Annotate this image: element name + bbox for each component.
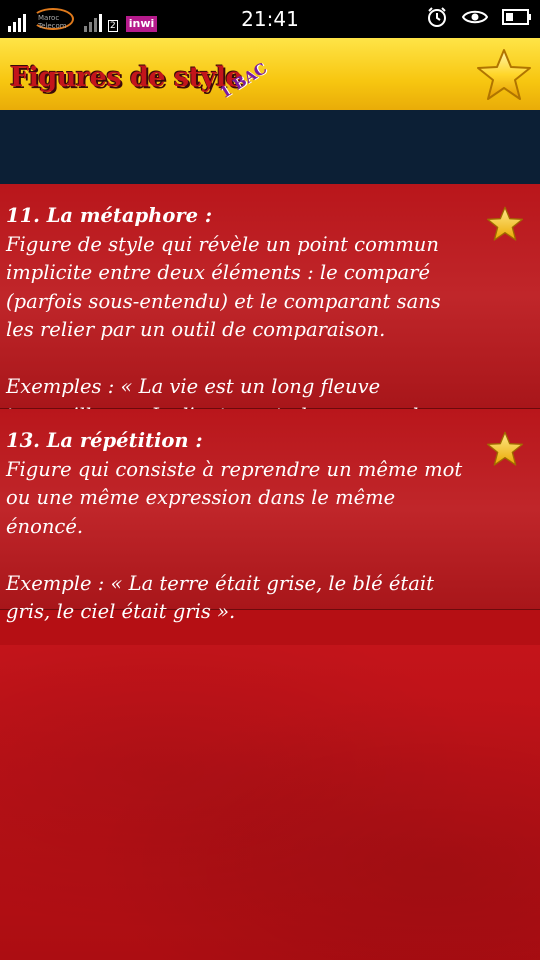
figures-list: 11. La métaphore : Figure de style qui r… xyxy=(0,184,540,623)
item-title: 13. La répétition : xyxy=(6,429,203,452)
eye-icon xyxy=(462,10,488,24)
star-icon xyxy=(477,49,531,100)
battery-icon xyxy=(502,9,531,25)
app-title: Figures de style xyxy=(10,62,243,93)
app-header: Figures de style 1 BAC xyxy=(0,38,540,110)
favorite-star-icon[interactable] xyxy=(486,206,524,242)
alarm-icon xyxy=(428,7,446,27)
item-definition: Figure qui consiste à reprendre un même … xyxy=(6,457,463,538)
favorites-button[interactable] xyxy=(476,48,532,106)
item-title: 11. La métaphore : xyxy=(6,204,213,227)
item-example: Exemple : « La terre était grise, le blé… xyxy=(6,571,434,624)
banner-area xyxy=(0,110,540,184)
list-item[interactable]: 11. La métaphore : Figure de style qui r… xyxy=(0,184,540,427)
status-bar: Maroc Telecom 2 inwi 21:41 xyxy=(0,0,540,38)
list-item[interactable]: 13. La répétition : Figure qui consiste … xyxy=(0,409,540,623)
favorite-star-icon[interactable] xyxy=(486,431,524,467)
background-texture xyxy=(0,645,540,960)
item-definition: Figure de style qui révèle un point comm… xyxy=(6,232,441,342)
